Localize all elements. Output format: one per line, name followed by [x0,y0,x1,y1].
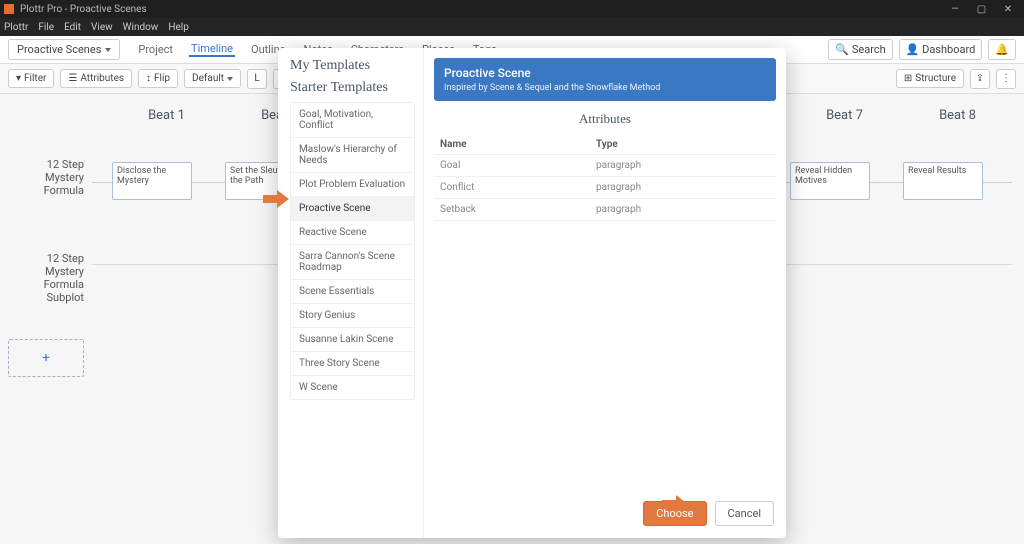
scene-card[interactable]: Disclose the Mystery [112,162,192,200]
close-icon[interactable]: ✕ [996,4,1020,15]
template-item[interactable]: Maslow's Hierarchy of Needs [291,138,414,173]
attributes-button[interactable]: ☰Attributes [60,69,132,88]
table-row: Conflict paragraph [434,177,776,199]
scene-card[interactable]: Reveal Hidden Motives [790,162,870,200]
menubar: Plottr File Edit View Window Help [0,18,1024,36]
filter-button[interactable]: ▾Filter [8,69,54,88]
menu-plottr[interactable]: Plottr [4,22,28,33]
template-item[interactable]: Plot Problem Evaluation [291,173,414,197]
template-item[interactable]: Reactive Scene [291,221,414,245]
list-icon: ☰ [68,73,77,84]
template-subtitle: Inspired by Scene & Sequel and the Snowf… [444,83,766,93]
minimize-icon[interactable]: — [943,4,967,15]
window-title: Plottr Pro - Proactive Scenes [20,4,147,15]
menu-window[interactable]: Window [123,22,159,33]
more-button[interactable]: ⋮ [996,69,1016,89]
menu-file[interactable]: File [38,22,54,33]
annotation-arrow-icon [263,190,289,208]
attributes-table: Name Type Goal paragraph Conflict paragr… [434,135,776,221]
window-controls: — ▢ ✕ [943,4,1020,15]
beat-label[interactable]: Beat 1 [110,108,223,123]
beat-label[interactable]: Beat 7 [788,108,901,123]
template-item[interactable]: Three Story Scene [291,352,414,376]
dashboard-button[interactable]: 👤 Dashboard [899,39,983,60]
app-icon [4,4,14,14]
structure-button[interactable]: ⊞ Structure [896,69,964,88]
col-type: Type [590,135,776,155]
project-dropdown[interactable]: Proactive Scenes [8,39,120,60]
template-preview-header: Proactive Scene Inspired by Scene & Sequ… [434,58,776,101]
menu-edit[interactable]: Edit [64,22,81,33]
menu-help[interactable]: Help [168,22,188,33]
track-label[interactable]: 12 Step Mystery Formula Subplot [0,246,92,311]
export-button[interactable]: ⇪ [970,69,990,89]
template-item[interactable]: Story Genius [291,304,414,328]
track-label[interactable]: 12 Step Mystery Formula [0,152,92,204]
flip-icon: ↕ [146,73,151,84]
template-item[interactable]: W Scene [291,376,414,399]
template-item[interactable]: Scene Essentials [291,280,414,304]
annotation-arrow-icon [662,495,688,513]
size-large[interactable]: L [247,69,267,89]
chevron-down-icon [227,77,233,81]
attributes-heading: Attributes [434,111,776,127]
maximize-icon[interactable]: ▢ [970,4,994,15]
table-row: Goal paragraph [434,155,776,177]
search-button[interactable]: 🔍 Search [828,39,892,60]
template-item[interactable]: Goal, Motivation, Conflict [291,103,414,138]
template-item[interactable]: Proactive Scene [291,197,414,221]
add-plotline-button[interactable]: + [8,339,84,377]
template-item[interactable]: Sarra Cannon's Scene Roadmap [291,245,414,280]
template-title: Proactive Scene [444,66,766,80]
view-dropdown[interactable]: Default [184,69,241,88]
my-templates-heading: My Templates [290,58,423,74]
table-row: Setback paragraph [434,199,776,221]
flip-button[interactable]: ↕Flip [138,69,178,88]
notifications-button[interactable]: 🔔 [988,39,1016,60]
template-list: Goal, Motivation, Conflict Maslow's Hier… [290,102,415,400]
scene-card[interactable]: Reveal Results [903,162,983,200]
starter-templates-heading: Starter Templates [290,80,423,96]
cancel-button[interactable]: Cancel [715,501,774,526]
tab-project[interactable]: Project [136,43,175,56]
template-modal: My Templates Starter Templates Goal, Mot… [278,48,786,538]
chevron-down-icon [105,48,111,52]
filter-icon: ▾ [16,73,21,84]
tab-timeline[interactable]: Timeline [189,42,235,57]
structure-icon: ⊞ [904,73,912,84]
template-item[interactable]: Susanne Lakin Scene [291,328,414,352]
col-name: Name [434,135,590,155]
menu-view[interactable]: View [91,22,113,33]
beat-label[interactable]: Beat 8 [901,108,1014,123]
project-dropdown-label: Proactive Scenes [17,43,101,56]
